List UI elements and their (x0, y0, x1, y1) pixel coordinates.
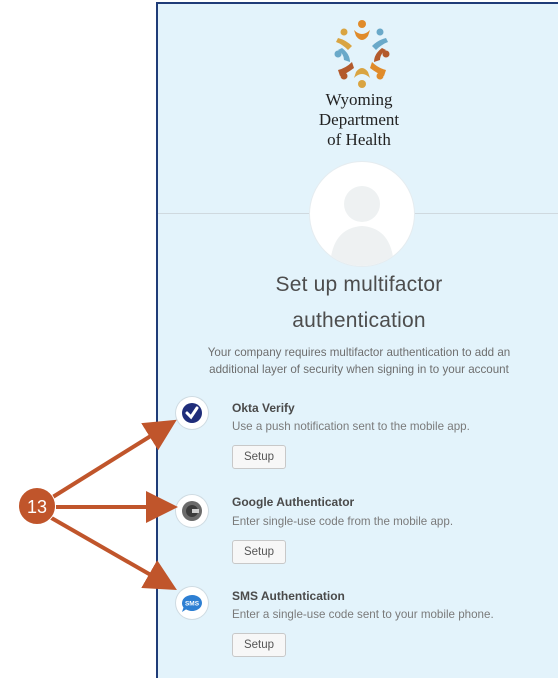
step-number-badge: 13 (18, 487, 56, 525)
arrow-to-sms-authentication (47, 514, 177, 590)
arrow-to-okta-verify (46, 419, 177, 502)
annotation-arrows (46, 419, 178, 590)
